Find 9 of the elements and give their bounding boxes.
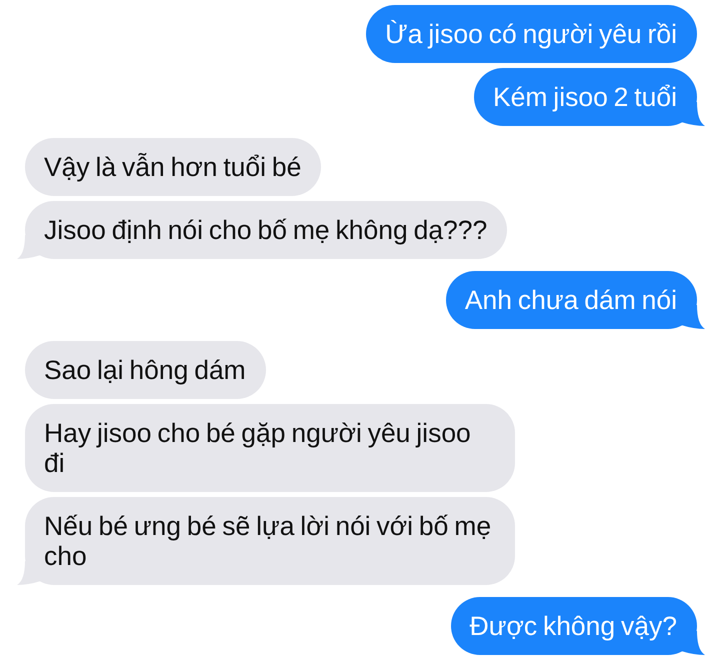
message-text: Anh chưa dám nói [464,285,677,315]
message-text: Vậy là vẫn hơn tuổi bé [44,152,302,182]
message-text: Nếu bé ưng bé sẽ lựa lời nói với bố mẹ cho [44,511,492,571]
message-text: Ừa jisoo có người yêu rồi [385,19,677,49]
message-text: Sao lại hông dám [44,355,246,385]
message-text: Jisoo định nói cho bố mẹ không dạ??? [44,215,488,245]
message-text: Hay jisoo cho bé gặp người yêu jisoo đi [44,418,471,478]
message-text: Kém jisoo 2 tuổi [492,82,677,112]
message-text: Được không vậy? [470,611,677,641]
